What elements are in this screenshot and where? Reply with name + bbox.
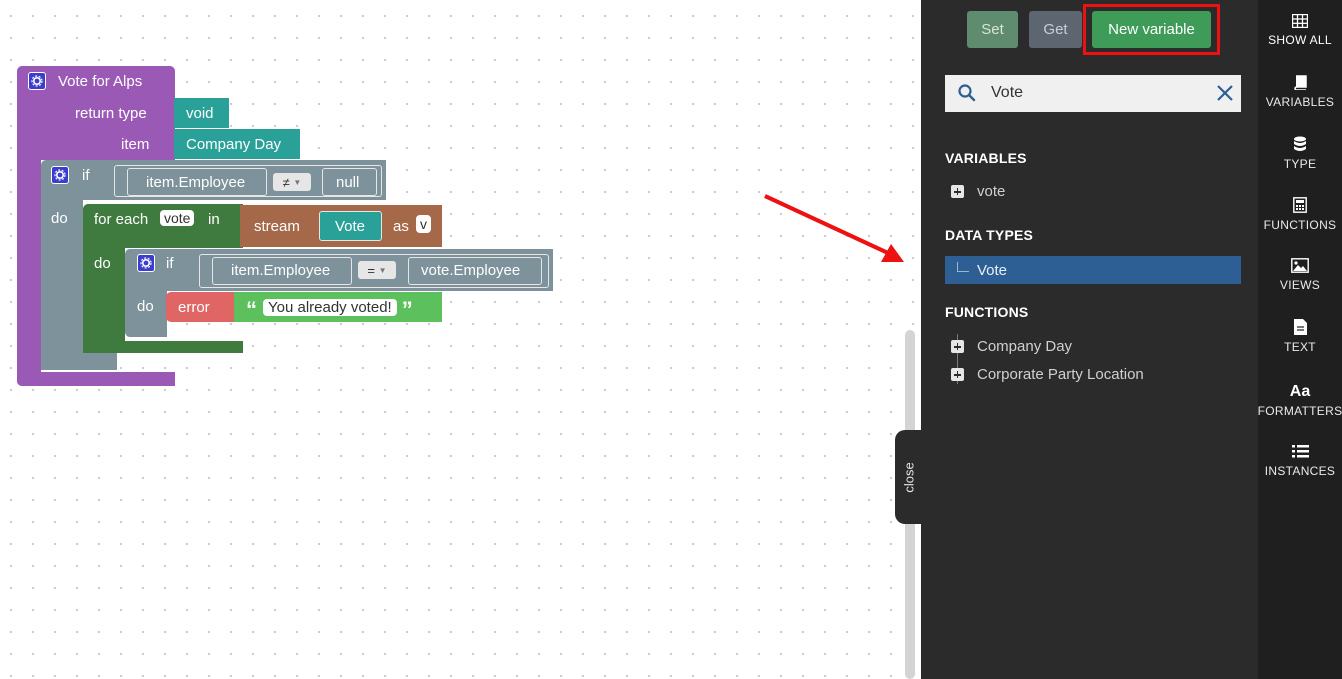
rail-label: VIEWS [1279,278,1321,292]
rail-views[interactable]: VIEWS [1258,258,1342,292]
if-operator-dropdown[interactable]: ≠ ▼ [273,173,311,191]
return-type-value: void [186,104,214,122]
foreach-var-field[interactable]: vote [160,210,195,226]
rail-label: INSTANCES [1264,464,1336,478]
if-right-operand: null [336,174,360,191]
if2-label: if [166,255,174,272]
toolbox-panel: Set Get New variable Vote VARIABLES vote… [921,0,1258,679]
rail-type[interactable]: TYPE [1258,136,1342,171]
variables-heading: VARIABLES [945,150,1027,166]
expand-icon[interactable] [951,185,964,198]
if2-settings-icon[interactable] [137,254,155,272]
return-type-label: return type [75,105,147,122]
data-types-heading: DATA TYPES [945,227,1034,243]
if2-operator-dropdown[interactable]: = ▼ [358,261,396,279]
if2-left-operand: item.Employee [231,262,331,279]
calculator-icon [1293,197,1307,213]
stream-type-value: Vote [335,217,366,235]
image-icon [1291,258,1309,273]
error-message-block[interactable]: “ You already voted! ” [234,292,442,322]
document-icon [1293,319,1307,335]
error-label: error [178,298,210,316]
if-operator: ≠ [282,174,290,190]
rail-instances[interactable]: INSTANCES [1258,444,1342,478]
rail-variables[interactable]: VARIABLES [1258,75,1342,109]
category-rail: SHOW ALL VARIABLES TYPE FUNCTIONS VIEWS … [1258,0,1342,679]
rail-text[interactable]: TEXT [1258,319,1342,354]
search-field[interactable]: Vote [945,75,1241,112]
rail-label: SHOW ALL [1268,33,1332,47]
chevron-down-icon: ▼ [293,177,302,187]
if2-do-label: do [137,298,154,315]
if-left-operand: item.Employee [146,174,246,191]
function-title: Vote for Alps [58,73,143,90]
if-label: if [82,167,90,184]
database-icon [1294,136,1306,151]
stream-as-field[interactable]: v [416,215,431,233]
variable-item-label: vote [977,183,1006,200]
stream-as-label: as [393,218,409,235]
function-settings-icon[interactable] [28,72,46,90]
rail-label: TYPE [1283,157,1317,171]
functions-heading: FUNCTIONS [945,304,1029,320]
item-param-value-block[interactable]: Company Day [174,129,300,159]
expand-icon[interactable] [951,368,964,381]
rail-label: FORMATTERS [1257,404,1342,418]
stream-type-block[interactable]: Vote [319,211,382,241]
error-message-field[interactable]: You already voted! [263,298,397,316]
item-param-value: Company Day [186,135,282,153]
if-settings-icon[interactable] [51,166,69,184]
close-icon[interactable] [1215,83,1235,103]
rail-formatters[interactable]: Aa FORMATTERS [1258,383,1342,418]
return-type-value-block[interactable]: void [174,98,229,128]
variable-item-vote[interactable]: vote [951,183,1005,200]
rail-label: TEXT [1284,340,1316,354]
get-button[interactable]: Get [1029,11,1082,48]
rail-show-all[interactable]: SHOW ALL [1258,14,1342,47]
foreach-label: for each [94,211,149,228]
if2-right-operand: vote.Employee [421,262,521,279]
font-icon: Aa [1289,383,1311,400]
close-quote-icon: ” [401,297,413,322]
table-icon [1292,14,1308,28]
function-item-corporate-party-location[interactable]: Corporate Party Location [951,366,1144,383]
chevron-down-icon: ▼ [378,265,387,275]
rail-label: FUNCTIONS [1263,218,1337,232]
search-input-value[interactable]: Vote [991,84,1023,102]
list-icon [1291,445,1309,458]
rail-label: VARIABLES [1265,95,1335,109]
function-item-company-day[interactable]: Company Day [951,338,1072,355]
foreach-in-label: in [208,211,220,228]
close-panel-tab[interactable]: close [895,430,923,524]
set-button[interactable]: Set [967,11,1018,48]
tree-branch-icon [957,262,969,272]
annotation-highlight-box [1083,4,1220,55]
search-icon [958,84,976,102]
function-item-label: Corporate Party Location [977,366,1144,383]
if-do-label: do [51,210,68,227]
function-item-label: Company Day [977,338,1073,355]
data-type-item-vote[interactable]: Vote [945,256,1241,284]
foreach-do-label: do [94,255,111,272]
stream-label: stream [254,217,300,235]
expand-icon[interactable] [951,340,964,353]
data-type-item-label: Vote [977,261,1008,279]
rail-functions[interactable]: FUNCTIONS [1258,197,1342,232]
book-icon [1294,75,1307,90]
open-quote-icon: “ [246,297,257,322]
if2-operator: = [367,262,376,278]
close-tab-label: close [901,461,917,493]
item-param-label: item [121,136,150,153]
